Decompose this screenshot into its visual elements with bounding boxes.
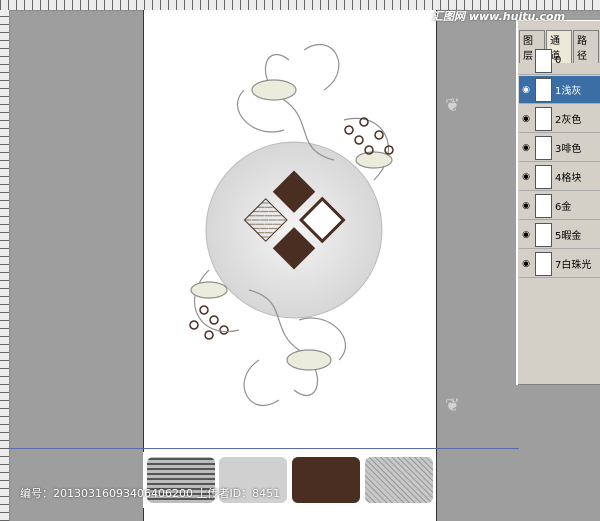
channel-row[interactable]: ◉ 1浅灰 xyxy=(519,76,600,104)
eye-icon[interactable]: ◉ xyxy=(519,143,533,153)
artwork xyxy=(189,43,394,407)
channel-name: 1浅灰 xyxy=(555,86,582,97)
eye-icon[interactable]: ◉ xyxy=(519,201,533,211)
channel-thumbnail xyxy=(535,251,552,276)
channel-thumbnail xyxy=(535,106,552,131)
channel-name: 3啡色 xyxy=(555,144,582,155)
channel-thumbnail xyxy=(535,77,552,102)
footer-watermark: 编号：20130316093406406200 上传者ID：8451 xyxy=(20,487,281,500)
eye-icon[interactable]: ◉ xyxy=(519,114,533,124)
eye-icon[interactable]: ◉ xyxy=(519,259,533,269)
net-pattern-swatch[interactable] xyxy=(365,457,433,503)
channel-thumbnail xyxy=(535,164,552,189)
channel-name: 0 xyxy=(555,55,562,66)
channel-thumbnail xyxy=(535,48,552,73)
document-canvas[interactable] xyxy=(143,10,437,521)
left-ruler xyxy=(0,10,10,521)
brown-solid-swatch[interactable] xyxy=(292,457,360,503)
eye-icon[interactable]: ◉ xyxy=(519,172,533,182)
channel-row[interactable]: ◉ 7白珠光 xyxy=(519,250,600,278)
channel-row[interactable]: ◉ 2灰色 xyxy=(519,105,600,133)
channel-thumbnail xyxy=(535,222,552,247)
channel-row[interactable]: ◉ 5暇金 xyxy=(519,221,600,249)
watermark-logo-icon: ❦ xyxy=(445,395,461,416)
channel-row[interactable]: 0 xyxy=(519,47,600,75)
watermark-logo-icon: ❦ xyxy=(148,95,164,116)
channel-name: 4格块 xyxy=(555,173,582,184)
channel-thumbnail xyxy=(535,193,552,218)
channel-name: 6金 xyxy=(555,202,572,213)
horizontal-guide xyxy=(9,448,519,449)
watermark-logo-icon: ❦ xyxy=(445,95,461,116)
channel-row[interactable]: ◉ 6金 xyxy=(519,192,600,220)
eye-icon[interactable]: ◉ xyxy=(519,85,533,95)
channel-name: 7白珠光 xyxy=(555,260,592,271)
channel-name: 5暇金 xyxy=(555,231,582,242)
channel-row[interactable]: ◉ 4格块 xyxy=(519,163,600,191)
channel-row[interactable]: ◉ 3啡色 xyxy=(519,134,600,162)
channel-name: 2灰色 xyxy=(555,115,582,126)
channel-thumbnail xyxy=(535,135,552,160)
brand-watermark: 汇图网 www.huitu.com xyxy=(432,10,566,23)
eye-icon[interactable]: ◉ xyxy=(519,230,533,240)
